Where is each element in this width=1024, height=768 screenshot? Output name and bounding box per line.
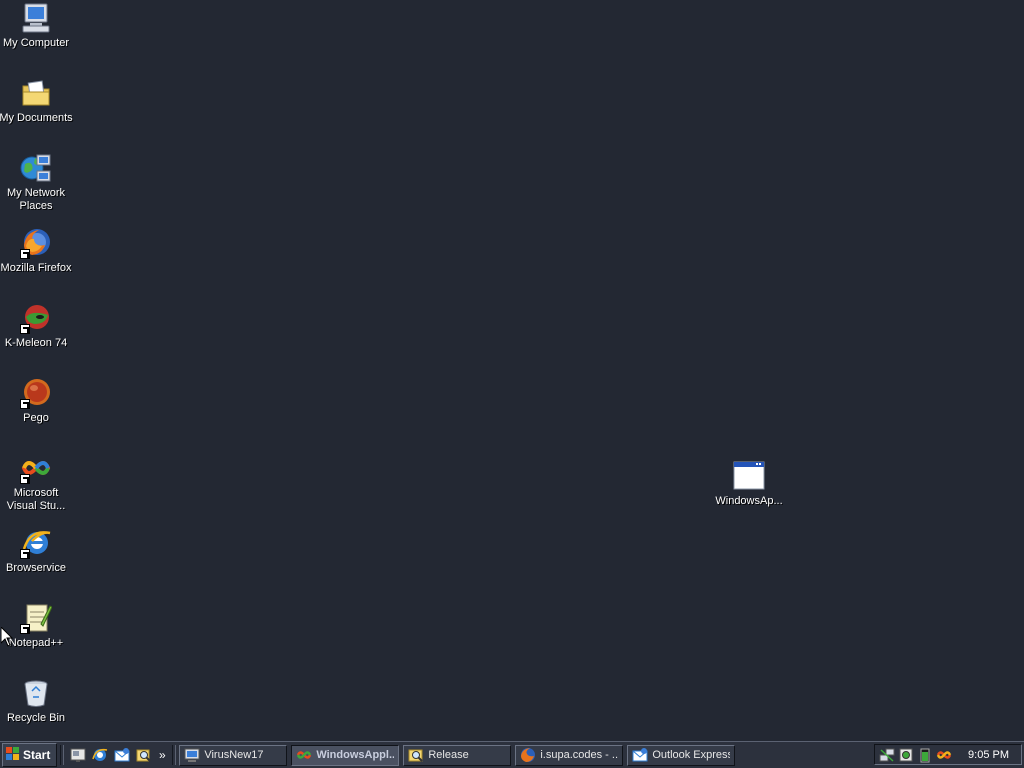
shortcut-arrow-icon <box>20 549 30 559</box>
desktop-icon-label: Pego <box>23 412 49 424</box>
desktop-icon-pego[interactable]: Pego <box>0 377 74 425</box>
notepad-plus-plus-icon <box>20 602 52 634</box>
desktop-icon-label: Recycle Bin <box>6 712 66 724</box>
desktop-icon-label: My Documents <box>0 112 73 124</box>
desktop-icon-recycle-bin[interactable]: Recycle Bin <box>0 677 74 725</box>
shortcut-arrow-icon <box>20 474 30 484</box>
desktop-icon-windows-application[interactable]: WindowsAp... <box>711 460 787 508</box>
network-places-icon <box>20 152 52 184</box>
shortcut-arrow-icon <box>20 624 30 634</box>
taskbar-button-label: Outlook Express <box>652 749 731 761</box>
battery-icon[interactable] <box>917 747 933 763</box>
taskbar: Start » VirusNew17 WindowsAppl... Releas… <box>0 741 1024 768</box>
internet-explorer-icon[interactable] <box>91 746 109 764</box>
taskbar-separator <box>60 745 65 765</box>
folder-icon <box>20 77 52 109</box>
shortcut-arrow-icon <box>20 324 30 334</box>
desktop-icon-label: Browservice <box>6 562 66 574</box>
firefox-icon <box>520 747 536 763</box>
desktop-icon-label: Mozilla Firefox <box>0 262 72 274</box>
shortcut-arrow-icon <box>20 399 30 409</box>
start-button[interactable]: Start <box>2 743 58 767</box>
desktop[interactable]: My Computer My Documents My Network Plac… <box>0 0 1024 741</box>
desktop-icon-label: My Computer <box>2 37 70 49</box>
k-meleon-icon <box>20 302 52 334</box>
application-window-icon <box>733 460 765 492</box>
quick-launch-more-chevron[interactable]: » <box>157 748 167 762</box>
visual-studio-icon <box>296 747 312 763</box>
system-tray: 9:05 PM <box>874 744 1022 765</box>
outlook-express-icon <box>632 747 648 763</box>
taskbar-button-label: i.supa.codes - ... <box>540 749 619 761</box>
desktop-icon-visual-studio[interactable]: Microsoft Visual Stu... <box>0 452 74 513</box>
search-folder-icon <box>408 747 424 763</box>
taskbar-button-label: Release <box>428 749 469 761</box>
desktop-icon-my-network-places[interactable]: My Network Places <box>0 152 74 213</box>
desktop-icon-my-computer[interactable]: My Computer <box>0 2 74 50</box>
visual-studio-icon <box>20 452 52 484</box>
desktop-icon-mozilla-firefox[interactable]: Mozilla Firefox <box>0 227 74 275</box>
desktop-icon-browservice[interactable]: Browservice <box>0 527 74 575</box>
taskbar-button-virusnew17[interactable]: VirusNew17 <box>179 744 288 766</box>
taskbar-button-label: VirusNew17 <box>204 749 264 761</box>
taskbar-button-release[interactable]: Release <box>403 744 512 766</box>
network-icon[interactable] <box>879 747 895 763</box>
clock[interactable]: 9:05 PM <box>968 749 1009 761</box>
search-icon[interactable] <box>135 746 153 764</box>
mouse-cursor-icon <box>0 625 14 650</box>
visual-studio-tray-icon[interactable] <box>936 747 952 763</box>
taskbar-button-label: WindowsAppl... <box>316 749 395 761</box>
desktop-icon-label: Microsoft Visual Stu... <box>6 487 66 512</box>
taskbar-separator <box>172 745 177 765</box>
desktop-icon-label: My Network Places <box>6 187 66 212</box>
pego-icon <box>20 377 52 409</box>
internet-explorer-icon <box>20 527 52 559</box>
start-label: Start <box>23 748 51 762</box>
taskbar-button-firefox[interactable]: i.supa.codes - ... <box>515 744 624 766</box>
taskbar-button-windows-application[interactable]: WindowsAppl... <box>291 744 400 766</box>
windows-logo-icon <box>6 746 20 764</box>
taskbar-button-outlook-express[interactable]: Outlook Express <box>627 744 736 766</box>
desktop-icon-my-documents[interactable]: My Documents <box>0 77 74 125</box>
monitor-icon <box>184 747 200 763</box>
shortcut-arrow-icon <box>20 249 30 259</box>
desktop-icon-label: WindowsAp... <box>715 495 783 507</box>
show-desktop-icon[interactable] <box>69 746 87 764</box>
recycle-bin-icon <box>20 677 52 709</box>
firefox-icon <box>20 227 52 259</box>
speaker-icon[interactable] <box>898 747 914 763</box>
outlook-express-icon[interactable] <box>113 746 131 764</box>
desktop-icon-k-meleon[interactable]: K-Meleon 74 <box>0 302 74 350</box>
desktop-icon-label: K-Meleon 74 <box>4 337 68 349</box>
my-computer-icon <box>20 2 52 34</box>
quick-launch-toolbar: » <box>67 746 169 764</box>
